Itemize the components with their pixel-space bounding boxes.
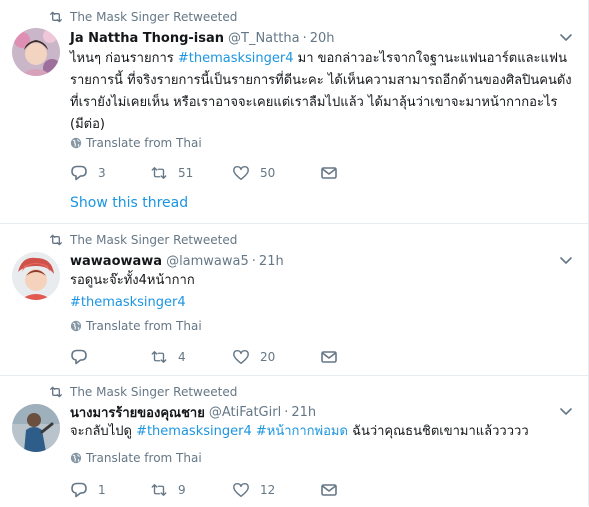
like-count: 12	[260, 483, 276, 497]
translate-link[interactable]: Translate from Thai	[70, 450, 202, 466]
avatar-image	[12, 28, 60, 76]
tweet-actions: 4 20	[70, 347, 350, 367]
reply-icon	[71, 165, 87, 181]
tweet-header: wawaowawa @lamwawa5 · 21h	[70, 252, 284, 270]
hashtag-link[interactable]: #หน้ากากพ่อมด	[256, 424, 348, 439]
display-name[interactable]: Ja Nattha Thong-isan	[70, 31, 224, 46]
tweet-text: รอดูนะจ๊ะทั้ง4หน้ากาก #themasksinger4	[70, 270, 575, 314]
retweet-icon	[151, 167, 167, 179]
tweet-text: จะกลับไปดู #themasksinger4 #หน้ากากพ่อมด…	[70, 421, 575, 443]
envelope-icon	[321, 484, 337, 496]
reply-count: 1	[98, 483, 106, 497]
heart-icon	[233, 482, 249, 498]
hashtag-link[interactable]: #themasksinger4	[70, 292, 575, 314]
timestamp[interactable]: 21h	[291, 405, 316, 420]
chevron-down-icon[interactable]	[560, 34, 572, 42]
translate-label[interactable]: Translate from Thai	[86, 136, 202, 150]
avatar[interactable]	[12, 252, 60, 300]
tweet-actions: 3 51 50	[70, 163, 350, 183]
translate-label[interactable]: Translate from Thai	[86, 319, 202, 333]
retweet-icon	[50, 234, 62, 246]
separator-dot: ·	[302, 30, 307, 46]
tweet-text-part: จะกลับไปดู	[70, 424, 137, 439]
tweet-header: นางมารร้ายของคุณชาย @AtiFatGirl · 21h	[70, 403, 316, 421]
separator-dot: ·	[284, 404, 289, 420]
avatar[interactable]	[12, 28, 60, 76]
retweet-context-label[interactable]: The Mask Singer Retweeted	[70, 233, 237, 247]
display-name[interactable]: wawaowawa	[70, 254, 162, 269]
reply-icon	[71, 482, 87, 498]
like-button[interactable]: 12	[232, 481, 320, 499]
tweet-header: Ja Nattha Thong-isan @T_Nattha · 20h	[70, 29, 334, 47]
display-name[interactable]: นางมารร้ายของคุณชาย	[70, 402, 205, 423]
separator-dot: ·	[251, 253, 256, 269]
reply-button[interactable]	[70, 348, 150, 366]
reply-button[interactable]: 1	[70, 481, 150, 499]
envelope-icon	[321, 351, 337, 363]
translate-label[interactable]: Translate from Thai	[86, 451, 202, 465]
reply-icon	[71, 349, 87, 365]
tweet-text-part: ไหนๆ ก่อนรายการ	[70, 51, 178, 66]
timeline: The Mask Singer Retweeted Ja Nattha Thon…	[0, 0, 589, 506]
handle[interactable]: @T_Nattha	[228, 31, 300, 46]
retweet-context: The Mask Singer Retweeted	[48, 384, 237, 400]
globe-icon	[70, 320, 82, 332]
reply-count: 3	[98, 166, 106, 180]
tweet-card[interactable]: The Mask Singer Retweeted นางมารร้ายของค…	[0, 376, 588, 507]
retweet-context-label[interactable]: The Mask Singer Retweeted	[70, 385, 237, 399]
retweet-context: The Mask Singer Retweeted	[48, 232, 237, 248]
direct-message-button[interactable]	[320, 164, 350, 182]
heart-icon	[233, 165, 249, 181]
retweet-count: 9	[178, 483, 186, 497]
retweet-context-label[interactable]: The Mask Singer Retweeted	[70, 10, 237, 24]
like-count: 50	[260, 166, 276, 180]
timestamp[interactable]: 20h	[310, 31, 335, 46]
retweet-button[interactable]: 9	[150, 481, 232, 499]
retweet-icon	[50, 11, 62, 23]
tweet-text-line: รอดูนะจ๊ะทั้ง4หน้ากาก	[70, 273, 195, 288]
like-count: 20	[260, 350, 276, 364]
chevron-down-icon[interactable]	[560, 408, 572, 416]
retweet-count: 51	[178, 166, 194, 180]
handle[interactable]: @lamwawa5	[166, 254, 249, 269]
translate-link[interactable]: Translate from Thai	[70, 318, 202, 334]
translate-link[interactable]: Translate from Thai	[70, 135, 202, 151]
chevron-down-icon[interactable]	[560, 257, 572, 265]
tweet-card[interactable]: The Mask Singer Retweeted Ja Nattha Thon…	[0, 0, 588, 224]
hashtag-link[interactable]: #themasksinger4	[178, 51, 294, 66]
hashtag-link[interactable]: #themasksinger4	[136, 424, 252, 439]
heart-icon	[233, 349, 249, 365]
tweet-text: ไหนๆ ก่อนรายการ #themasksinger4 มา ขอกล่…	[70, 48, 575, 136]
retweet-button[interactable]: 51	[150, 164, 232, 182]
like-button[interactable]: 50	[232, 164, 320, 182]
retweet-count: 4	[178, 350, 186, 364]
tweet-card[interactable]: The Mask Singer Retweeted wawaowawa @lam…	[0, 224, 588, 376]
retweet-icon	[50, 386, 62, 398]
avatar-image	[12, 404, 60, 452]
envelope-icon	[321, 167, 337, 179]
avatar[interactable]	[12, 404, 60, 452]
retweet-context: The Mask Singer Retweeted	[48, 9, 237, 25]
timestamp[interactable]: 21h	[259, 254, 284, 269]
globe-icon	[70, 452, 82, 464]
tweet-actions: 1 9 12	[70, 480, 350, 500]
retweet-icon	[151, 351, 167, 363]
direct-message-button[interactable]	[320, 348, 350, 366]
globe-icon	[70, 137, 82, 149]
tweet-text-part: ฉันว่าคุณธนชิตเขามาแล้ววววว	[347, 424, 529, 439]
direct-message-button[interactable]	[320, 481, 350, 499]
avatar-image	[12, 252, 60, 300]
show-thread-link[interactable]: Show this thread	[70, 195, 188, 211]
retweet-button[interactable]: 4	[150, 348, 232, 366]
retweet-icon	[151, 484, 167, 496]
like-button[interactable]: 20	[232, 348, 320, 366]
handle[interactable]: @AtiFatGirl	[209, 405, 281, 420]
reply-button[interactable]: 3	[70, 164, 150, 182]
